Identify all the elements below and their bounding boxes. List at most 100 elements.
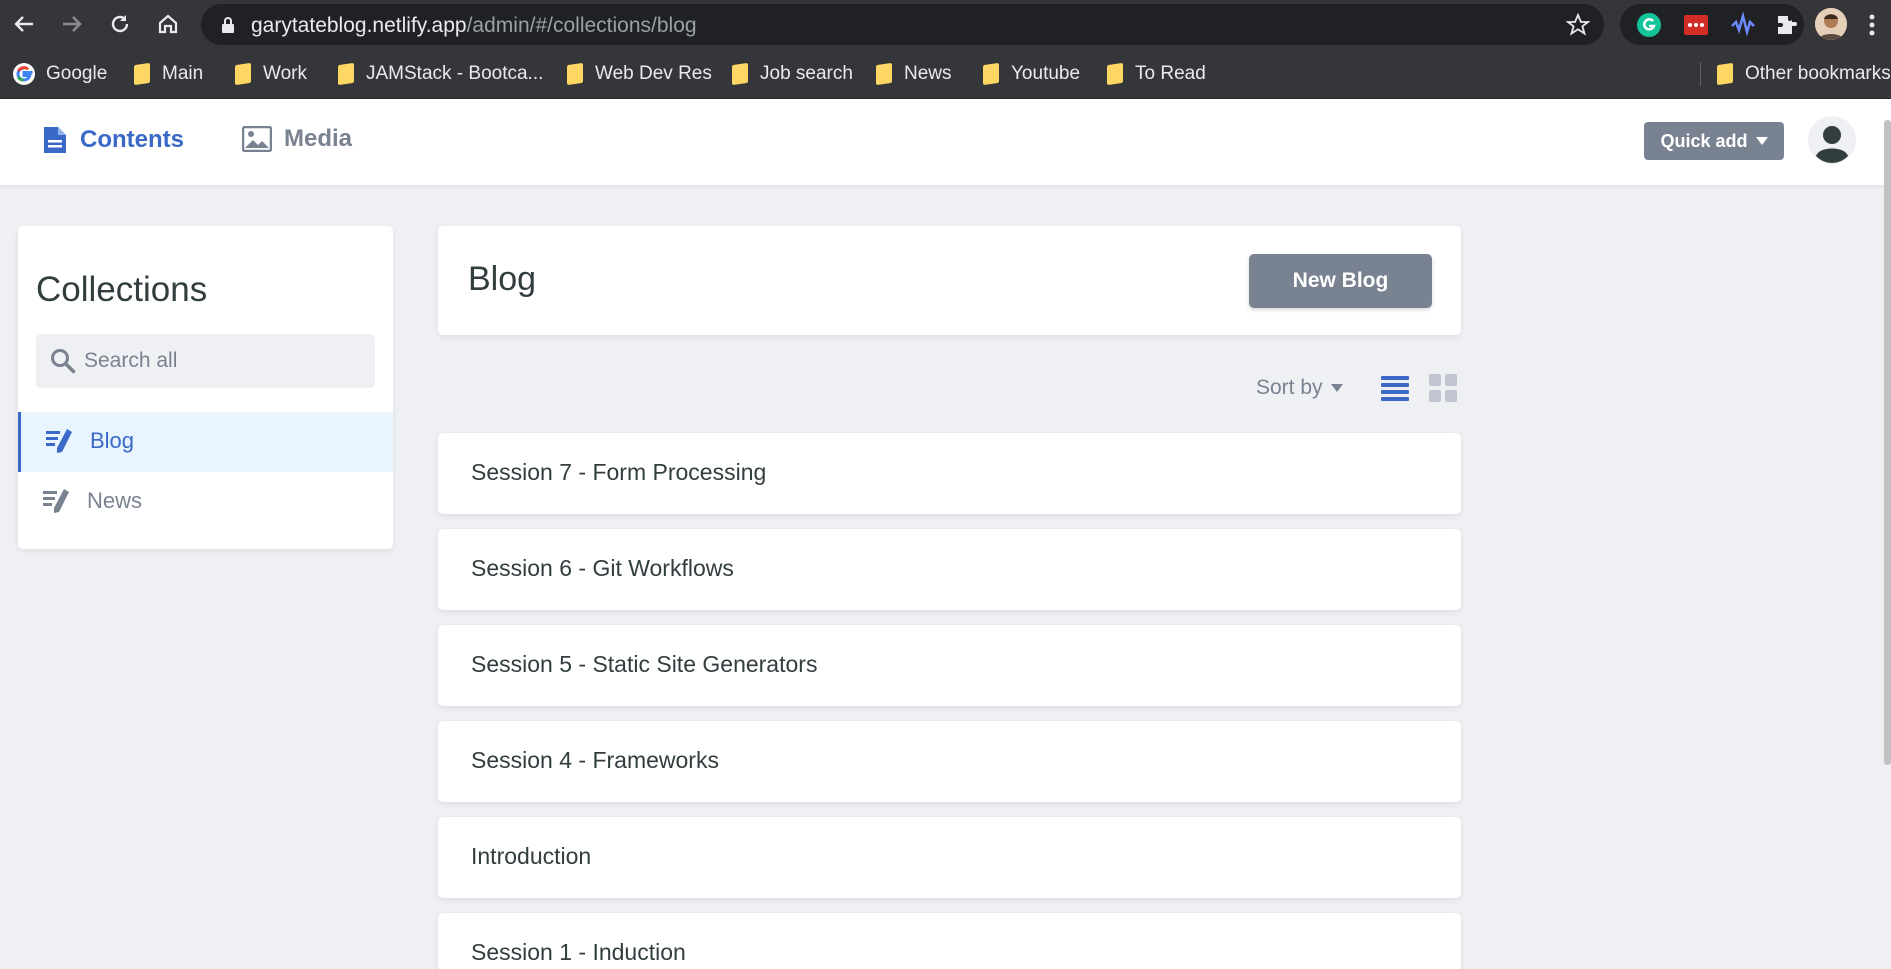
caret-down-icon [1330,384,1343,392]
back-arrow-icon [14,16,33,32]
folder-icon [567,64,585,84]
entry-title: Session 6 - Git Workflows [471,555,734,581]
tab-label: Media [284,125,353,152]
address-bar[interactable]: garytateblog.netlify.app/admin/#/collect… [201,4,1604,45]
lock-icon [222,17,234,33]
bookmark-label: To Read [1135,63,1206,84]
other-bookmarks[interactable]: Other bookmarks [1717,61,1891,87]
bookmark-news[interactable]: News [876,61,952,87]
browser-menu-button[interactable] [1862,10,1882,40]
bookmark-label: JAMStack - Bootca... [366,63,544,84]
sidebar-item-label: News [87,488,143,513]
bookmark-youtube[interactable]: Youtube [983,61,1080,87]
extensions-menu[interactable] [1774,12,1800,38]
entry-title: Session 7 - Form Processing [471,459,767,485]
write-icon [43,489,69,513]
tab-label: Contents [80,126,184,153]
entry-card[interactable]: Session 7 - Form Processing [438,433,1461,514]
bookmark-star-icon[interactable] [1566,13,1590,37]
folder-icon [983,64,1001,84]
entry-title: Session 4 - Frameworks [471,747,719,773]
browser-toolbar: garytateblog.netlify.app/admin/#/collect… [0,0,1891,49]
grid-view-icon[interactable] [1429,374,1457,402]
extensions-area [1620,4,1804,45]
sidebar-item-news[interactable]: News [18,472,393,532]
google-icon [13,63,35,85]
search-box [36,334,375,388]
lastpass-icon [1684,15,1708,35]
collection-header: Blog New Blog [438,226,1461,335]
entry-card[interactable]: Session 1 - Induction [438,913,1461,969]
reload-icon [111,15,129,33]
bookmarks-divider [1700,62,1701,86]
entry-card[interactable]: Introduction [438,817,1461,898]
entry-title: Session 1 - Induction [471,939,686,965]
list-view-icon[interactable] [1381,374,1409,402]
bookmark-job-search[interactable]: Job search [732,61,853,87]
bookmark-label: Job search [760,63,853,84]
tab-contents[interactable]: Contents [42,125,184,155]
url-host: garytateblog.netlify.app [251,14,467,37]
bookmark-work[interactable]: Work [235,61,307,87]
sort-dropdown[interactable]: Sort by [1256,376,1343,400]
sort-label: Sort by [1256,376,1323,399]
entry-title: Session 5 - Static Site Generators [471,651,818,677]
quick-add-button[interactable]: Quick add [1644,122,1784,160]
bookmark-main[interactable]: Main [134,61,203,87]
bookmark-label: News [904,63,952,84]
lastpass-extension[interactable] [1683,12,1709,38]
bookmark-web-dev-res[interactable]: Web Dev Res [567,61,712,87]
bookmark-label: Google [46,63,108,84]
bookmarks-bar: Google Main Work JAMStack - Bootca... We… [0,49,1891,99]
document-icon [44,127,66,153]
reload-button[interactable] [104,8,136,40]
forward-arrow-icon [63,16,82,32]
puzzle-icon [1778,16,1797,34]
quick-add-label: Quick add [1660,130,1748,151]
home-button[interactable] [152,8,184,40]
search-input[interactable] [84,334,364,388]
bookmark-label: Main [162,63,204,84]
new-entry-button[interactable]: New Blog [1249,254,1432,308]
waveform-icon [1731,12,1755,37]
folder-icon [1717,64,1735,84]
entry-card[interactable]: Session 6 - Git Workflows [438,529,1461,610]
app-header: Contents Media Quick add [0,99,1891,185]
url-path: /admin/#/collections/blog [466,14,697,37]
more-vert-icon [1869,14,1875,36]
bookmark-label: Web Dev Res [595,63,712,84]
profile-photo-icon [1815,8,1847,40]
search-icon [51,349,76,374]
bookmark-to-read[interactable]: To Read [1107,61,1206,87]
bookmark-google[interactable]: Google [12,61,107,87]
caret-down-icon [1755,137,1768,145]
page-scrollbar[interactable] [1884,120,1891,765]
folder-icon [338,64,356,84]
sidebar-title: Collections [36,270,208,309]
other-bookmarks-label: Other bookmarks [1745,63,1891,84]
audio-extension[interactable] [1730,12,1756,38]
user-avatar[interactable] [1808,116,1856,164]
folder-icon [876,64,894,84]
grammarly-extension[interactable] [1636,12,1662,38]
entry-card[interactable]: Session 4 - Frameworks [438,721,1461,802]
image-icon [242,126,272,152]
user-icon [1808,116,1856,164]
write-icon [46,429,72,453]
grammarly-icon [1637,13,1661,37]
forward-button[interactable] [56,8,88,40]
home-icon [158,14,178,34]
folder-icon [1107,64,1125,84]
profile-avatar[interactable] [1815,8,1847,40]
collection-title: Blog [468,260,537,298]
bookmark-label: Work [263,63,307,84]
entry-title: Introduction [471,843,592,869]
tab-media[interactable]: Media [242,125,352,153]
collections-sidebar: Collections Blog News [18,226,393,549]
bookmark-jamstack[interactable]: JAMStack - Bootca... [338,61,543,87]
sidebar-item-blog[interactable]: Blog [18,412,393,472]
entry-card[interactable]: Session 5 - Static Site Generators [438,625,1461,706]
folder-icon [235,64,253,84]
back-button[interactable] [8,8,40,40]
folder-icon [732,64,750,84]
